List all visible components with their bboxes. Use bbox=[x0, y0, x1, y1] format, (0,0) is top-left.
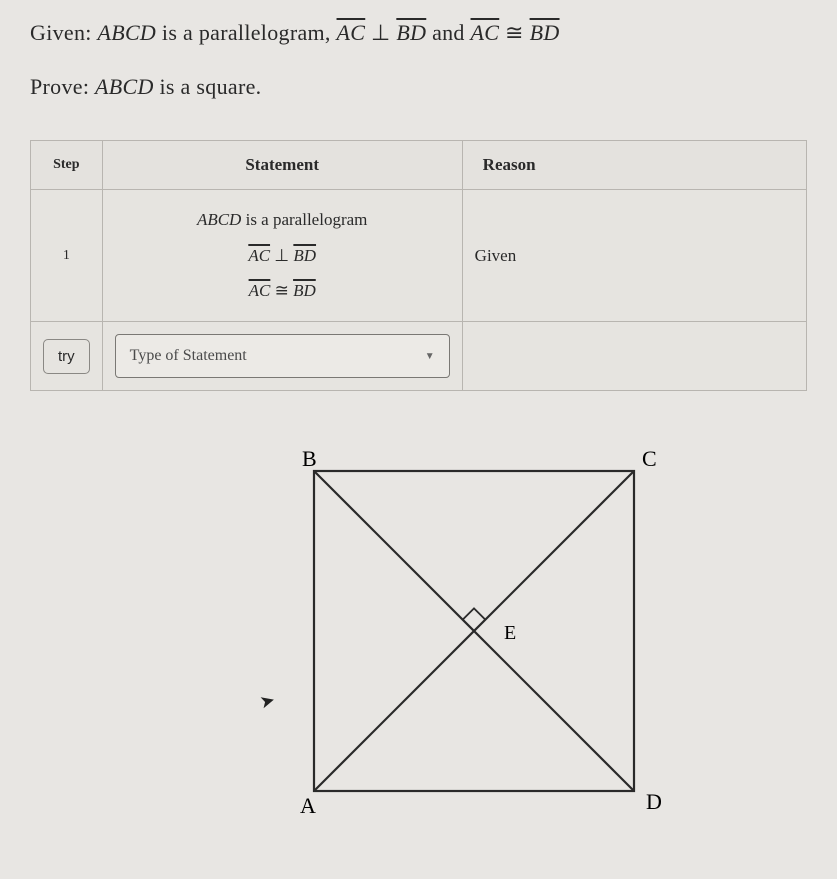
label-E: E bbox=[504, 622, 516, 644]
label-D: D bbox=[646, 789, 662, 814]
stmt1-rest: is a parallelogram bbox=[241, 210, 367, 229]
step-number: 1 bbox=[31, 190, 103, 322]
reason-cell: Given bbox=[462, 190, 806, 322]
stmt3-a: AC bbox=[249, 281, 271, 300]
header-statement: Statement bbox=[102, 141, 462, 190]
prove-line: Prove: ABCD is a square. bbox=[30, 74, 807, 100]
prove-subject: ABCD bbox=[95, 74, 154, 99]
prove-text: is a square. bbox=[154, 74, 262, 99]
header-step: Step bbox=[31, 141, 103, 190]
table-row: try Type of Statement ▼ bbox=[31, 322, 807, 391]
reason-cell-empty bbox=[462, 322, 806, 391]
stmt2-sym: ⊥ bbox=[270, 246, 293, 265]
given-line: Given: ABCD is a parallelogram, AC ⊥ BD … bbox=[30, 20, 807, 46]
given-cong: ≅ bbox=[499, 20, 529, 45]
label-B: B bbox=[302, 446, 317, 471]
given-seg4: BD bbox=[530, 20, 560, 45]
statement-cell: ABCD is a parallelogram AC ⊥ BD AC ≅ BD bbox=[102, 190, 462, 322]
dropdown-placeholder: Type of Statement bbox=[130, 347, 247, 365]
square-diagram: B C D A E bbox=[264, 441, 684, 841]
label-C: C bbox=[642, 446, 657, 471]
proof-table: Step Statement Reason 1 ABCD is a parall… bbox=[30, 140, 807, 391]
stmt2-a: AC bbox=[248, 246, 270, 265]
given-seg2: BD bbox=[396, 20, 426, 45]
stmt3-sym: ≅ bbox=[270, 281, 293, 300]
label-A: A bbox=[300, 793, 316, 818]
stmt2-b: BD bbox=[293, 246, 316, 265]
given-prefix: Given: bbox=[30, 20, 97, 45]
statement-type-dropdown[interactable]: Type of Statement ▼ bbox=[115, 334, 450, 378]
stmt1-subject: ABCD bbox=[197, 210, 241, 229]
given-subject: ABCD bbox=[97, 20, 156, 45]
prove-prefix: Prove: bbox=[30, 74, 95, 99]
given-text1: is a parallelogram, bbox=[156, 20, 336, 45]
given-perp: ⊥ bbox=[365, 20, 396, 45]
diagram-area: ➤ B C D A E bbox=[30, 441, 807, 841]
stmt3-b: BD bbox=[293, 281, 316, 300]
given-seg1: AC bbox=[337, 20, 366, 45]
header-reason: Reason bbox=[462, 141, 806, 190]
given-and: and bbox=[426, 20, 470, 45]
chevron-down-icon: ▼ bbox=[425, 351, 435, 362]
given-seg3: AC bbox=[471, 20, 500, 45]
try-button[interactable]: try bbox=[43, 339, 90, 374]
table-row: 1 ABCD is a parallelogram AC ⊥ BD AC ≅ B… bbox=[31, 190, 807, 322]
